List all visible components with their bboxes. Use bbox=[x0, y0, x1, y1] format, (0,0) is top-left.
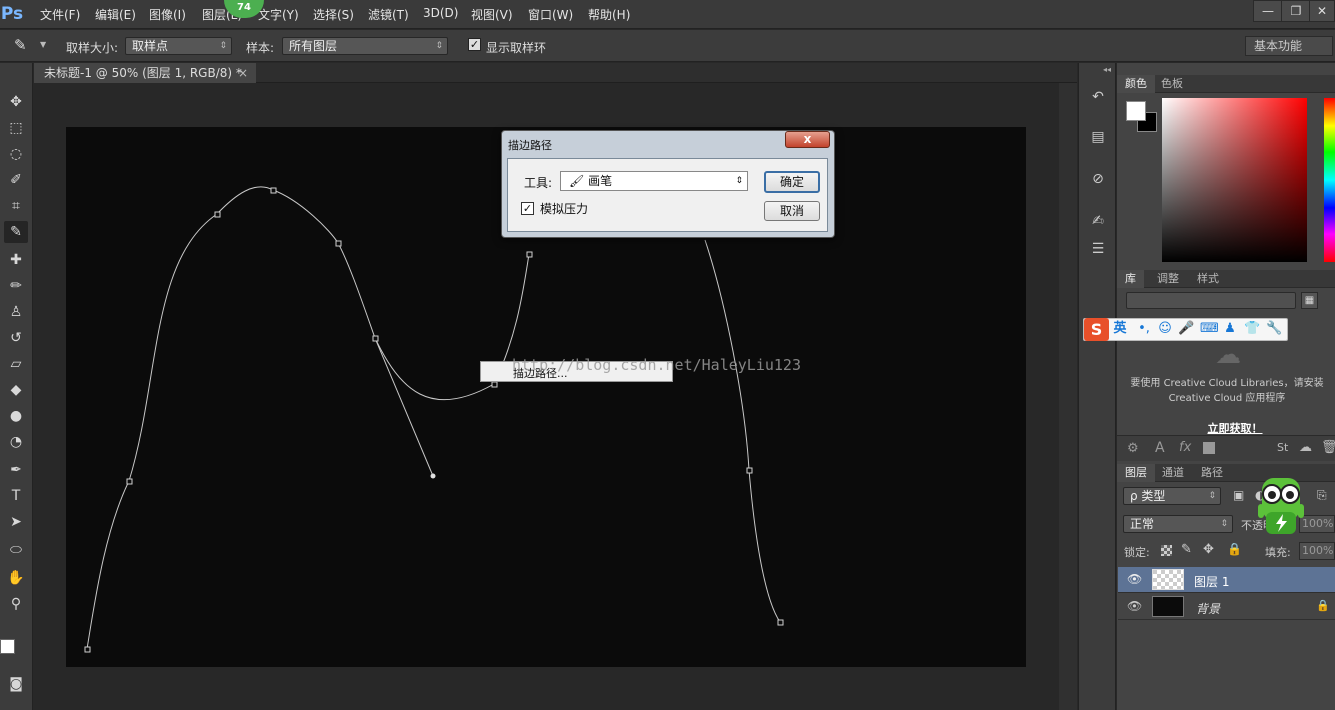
blend-mode-value: 正常 bbox=[1130, 517, 1155, 531]
sogou-logo[interactable]: S bbox=[1084, 318, 1109, 341]
anchor-point[interactable] bbox=[746, 467, 753, 474]
tab-libraries[interactable]: 库 bbox=[1117, 270, 1144, 288]
layer-lock-icon: 🔒 bbox=[1316, 599, 1330, 612]
mascot-icon[interactable] bbox=[1250, 470, 1312, 542]
dialog-body: 工具: 🖌 画笔 ⇕ ✓ 模拟压力 确定 取消 bbox=[507, 158, 828, 232]
brush-panel-icon[interactable]: ✍ bbox=[1087, 211, 1109, 231]
color-panel-tabs: 颜色 色板 bbox=[1117, 75, 1335, 93]
visibility-eye-icon[interactable]: 👁 bbox=[1127, 572, 1142, 586]
keyboard-icon[interactable]: ⌨ bbox=[1200, 320, 1219, 338]
stock-icon[interactable]: St bbox=[1277, 441, 1288, 454]
panel-foreground-swatch[interactable] bbox=[1126, 101, 1146, 121]
tab-channels[interactable]: 通道 bbox=[1154, 464, 1192, 482]
select-arrows-icon: ⇕ bbox=[735, 176, 743, 186]
layer-row[interactable]: 👁 背景 🔒 bbox=[1118, 594, 1335, 620]
layer-kind-value: ρ 类型 bbox=[1130, 489, 1166, 503]
cc-library-message: 要使用 Creative Cloud Libraries，请安装 Creativ… bbox=[1130, 378, 1324, 404]
anchor-point[interactable] bbox=[526, 251, 533, 258]
settings-wrench-icon[interactable]: 🔧 bbox=[1266, 320, 1282, 338]
tool-select-value: 画笔 bbox=[588, 174, 613, 188]
anchor-point[interactable] bbox=[491, 381, 498, 388]
anchor-point[interactable] bbox=[214, 211, 221, 218]
stroke-path-left bbox=[86, 186, 530, 650]
select-arrows-icon: ⇕ bbox=[1208, 491, 1216, 501]
lock-transparency-icon[interactable] bbox=[1161, 545, 1172, 556]
simulate-pressure-label: 模拟压力 bbox=[540, 202, 589, 216]
stroke-path-right bbox=[704, 239, 781, 623]
history-panel-icon[interactable]: ↶ bbox=[1087, 87, 1109, 107]
lock-position-icon[interactable]: ✥ bbox=[1203, 542, 1214, 557]
tab-styles[interactable]: 样式 bbox=[1189, 270, 1227, 288]
anchor-point[interactable] bbox=[777, 619, 784, 626]
lock-pixels-icon[interactable]: ✎ bbox=[1181, 542, 1192, 557]
hue-slider[interactable] bbox=[1324, 98, 1335, 262]
tab-paths[interactable]: 路径 bbox=[1193, 464, 1231, 482]
layer-kind-filter[interactable]: ρ 类型 ⇕ bbox=[1123, 487, 1221, 505]
tool-label: 工具: bbox=[524, 176, 553, 190]
dialog-close-button[interactable]: x bbox=[785, 131, 830, 148]
anchor-point[interactable] bbox=[335, 240, 342, 247]
smart-object-filter-icon[interactable]: ⎘ bbox=[1317, 488, 1327, 503]
collapse-icon[interactable]: ◂◂ bbox=[1103, 65, 1111, 74]
anchor-point[interactable] bbox=[372, 335, 379, 342]
visibility-eye-icon[interactable]: 👁 bbox=[1127, 599, 1142, 613]
add-layer-style-icon[interactable]: fx bbox=[1179, 440, 1191, 455]
anchor-point[interactable] bbox=[84, 646, 91, 653]
layer-name[interactable]: 图层 1 bbox=[1194, 573, 1229, 590]
tab-layers[interactable]: 图层 bbox=[1117, 464, 1155, 482]
skin-icon[interactable]: 👕 bbox=[1244, 320, 1260, 338]
lock-label: 锁定: bbox=[1124, 546, 1150, 559]
layer-thumbnail bbox=[1152, 569, 1184, 590]
grid-view-icon[interactable]: ▦ bbox=[1301, 292, 1318, 309]
layer-name[interactable]: 背景 bbox=[1196, 600, 1220, 617]
emoji-icon[interactable]: ☺ bbox=[1157, 320, 1173, 338]
punctuation-icon[interactable]: •, bbox=[1136, 320, 1152, 338]
handle-point[interactable] bbox=[430, 473, 436, 479]
user-icon[interactable]: ♟ bbox=[1222, 320, 1238, 338]
direction-handle bbox=[374, 337, 434, 477]
watermark: http://blog.csdn.net/HaleyLiu123 bbox=[512, 356, 801, 374]
cancel-button[interactable]: 取消 bbox=[764, 201, 820, 221]
fill-field[interactable]: 100% bbox=[1299, 542, 1335, 560]
simulate-pressure-checkbox[interactable]: ✓ bbox=[521, 202, 534, 215]
fill-label: 填充: bbox=[1265, 546, 1291, 559]
english-mode-icon[interactable]: 英 bbox=[1112, 320, 1128, 338]
select-arrows-icon: ⇕ bbox=[1220, 519, 1228, 529]
tab-color[interactable]: 颜色 bbox=[1117, 75, 1155, 93]
tab-adjustments[interactable]: 调整 bbox=[1149, 270, 1187, 288]
blend-mode-select[interactable]: 正常 ⇕ bbox=[1123, 515, 1233, 533]
pixel-filter-icon[interactable]: ▣ bbox=[1233, 488, 1244, 502]
brush-icon: 🖌 bbox=[569, 174, 585, 188]
color-picker-field[interactable] bbox=[1162, 98, 1307, 262]
dialog-title: 描边路径 bbox=[508, 139, 552, 152]
cloud-disabled-icon: ☁ bbox=[1215, 340, 1241, 370]
get-cc-link[interactable]: 立即获取！ bbox=[1185, 420, 1285, 436]
anchor-point[interactable] bbox=[270, 187, 277, 194]
sync-icon[interactable]: ☁ bbox=[1299, 440, 1312, 455]
adjustments-panel-icon[interactable]: ☰ bbox=[1087, 239, 1109, 259]
tool-select[interactable]: 🖌 画笔 ⇕ bbox=[560, 171, 748, 191]
tab-swatches[interactable]: 色板 bbox=[1153, 75, 1191, 93]
character-panel-icon[interactable]: ⊘ bbox=[1087, 169, 1109, 189]
layer-thumbnail bbox=[1152, 596, 1184, 617]
lock-all-icon[interactable]: 🔒 bbox=[1227, 542, 1242, 556]
add-character-style-icon[interactable]: A bbox=[1155, 440, 1165, 456]
trash-icon[interactable]: 🗑 bbox=[1321, 440, 1335, 455]
microphone-icon[interactable]: 🎤 bbox=[1178, 320, 1194, 338]
anchor-point[interactable] bbox=[126, 478, 133, 485]
library-select[interactable] bbox=[1126, 292, 1296, 309]
panel-dock: ◂◂ ↶ ▤ ⊘ ✍ ☰ bbox=[1078, 63, 1116, 710]
add-graphic-icon[interactable]: ⚙ bbox=[1127, 441, 1139, 456]
properties-panel-icon[interactable]: ▤ bbox=[1087, 127, 1109, 147]
add-color-icon[interactable] bbox=[1203, 442, 1215, 454]
library-panel-tabs: 库 调整 样式 bbox=[1117, 270, 1335, 288]
layer-row[interactable]: 👁 图层 1 bbox=[1118, 567, 1335, 593]
library-footer: ⚙ A fx St ☁ 🗑 bbox=[1117, 435, 1335, 461]
ok-button[interactable]: 确定 bbox=[764, 171, 820, 193]
